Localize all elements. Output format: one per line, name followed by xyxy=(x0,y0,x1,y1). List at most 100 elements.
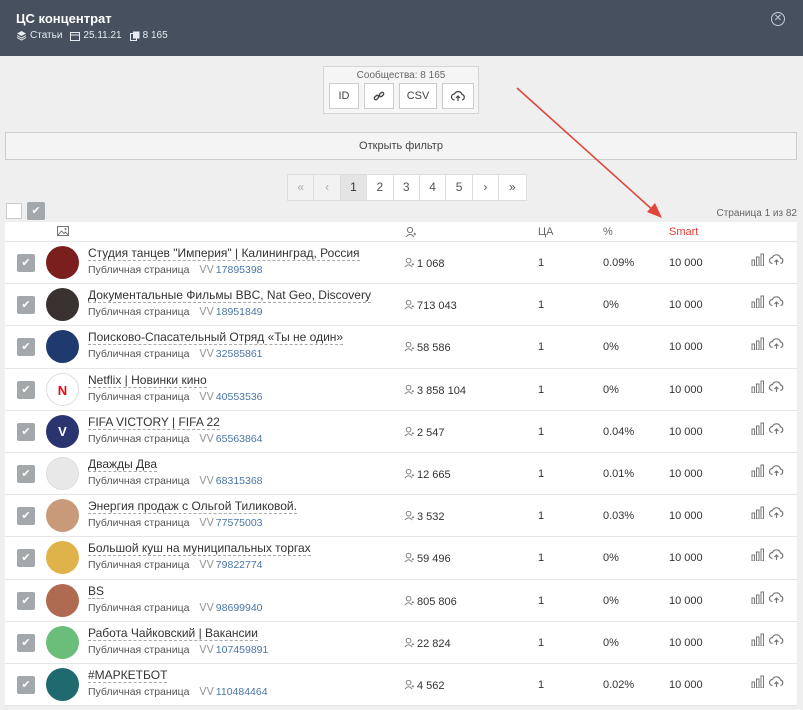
bar-chart-icon[interactable] xyxy=(751,253,765,266)
community-id-link[interactable]: 32585861 xyxy=(216,348,263,360)
row-actions xyxy=(751,253,784,266)
close-icon[interactable]: ✕ xyxy=(771,12,785,26)
table-header: ЦА % Smart xyxy=(5,222,797,242)
header-smart[interactable]: Smart xyxy=(669,226,698,238)
deselect-all-checkbox[interactable] xyxy=(6,203,22,219)
community-name-link[interactable]: FIFA VICTORY | FIFA 22 xyxy=(88,415,220,430)
row-checkbox[interactable]: ✔ xyxy=(17,296,35,315)
row-checkbox[interactable]: ✔ xyxy=(17,464,35,483)
table-row: ✔ Поисково-Спасательный Отряд «Ты не один… xyxy=(5,326,797,369)
bar-chart-icon[interactable] xyxy=(751,548,765,562)
cloud-upload-icon[interactable] xyxy=(769,337,784,350)
page-4[interactable]: 4 xyxy=(420,175,447,200)
community-id-link[interactable]: 68315368 xyxy=(216,475,263,487)
community-id-link[interactable]: 77575003 xyxy=(216,517,263,529)
community-name-link[interactable]: Большой куш на муниципальных торгах xyxy=(88,541,311,557)
community-name-link[interactable]: Работа Чайковский | Вакансии xyxy=(88,626,258,641)
community-id-link[interactable]: 79822774 xyxy=(216,559,263,571)
row-checkbox[interactable]: ✔ xyxy=(17,591,35,610)
cloud-upload-icon[interactable] xyxy=(769,295,784,308)
page-prev[interactable]: ‹ xyxy=(314,175,341,200)
row-checkbox[interactable]: ✔ xyxy=(17,507,35,526)
percent-value: 0.01% xyxy=(603,467,635,480)
bar-chart-icon[interactable] xyxy=(751,464,765,477)
smart-value: 10 000 xyxy=(669,341,703,354)
community-name-link[interactable]: Netflix | Новинки кино xyxy=(88,373,207,388)
link-button[interactable] xyxy=(364,83,394,109)
bar-chart-icon[interactable] xyxy=(751,675,765,688)
ca-value: 1 xyxy=(538,467,545,480)
page-info: Страница 1 из 82 xyxy=(716,208,797,219)
page-last[interactable]: » xyxy=(499,175,525,200)
cloud-upload-icon[interactable] xyxy=(769,422,784,435)
community-id-link[interactable]: 40553536 xyxy=(216,391,263,403)
row-checkbox[interactable]: ✔ xyxy=(17,422,35,441)
page-3[interactable]: 3 xyxy=(394,175,420,200)
table-row: ✔ BS Публичная страница ᐯᐯ 98699940 805 806 1 0… xyxy=(5,580,797,622)
community-name-link[interactable]: #МАРКЕТБОТ xyxy=(88,668,168,683)
community-id-link[interactable]: 107459891 xyxy=(216,644,269,656)
page-first[interactable]: « xyxy=(288,175,315,200)
vk-icon: ᐯᐯ xyxy=(199,559,214,572)
page-2[interactable]: 2 xyxy=(367,175,394,200)
community-name-link[interactable]: Поисково-Спасательный Отряд «Ты не один» xyxy=(88,330,344,346)
row-checkbox[interactable]: ✔ xyxy=(17,338,35,357)
table-row: ✔ Дважды Два Публичная страница ᐯᐯ 68315368 1… xyxy=(5,453,797,496)
table-row: ✔ N Netflix | Новинки кино Публичная страни… xyxy=(5,369,797,411)
community-id-link[interactable]: 18951849 xyxy=(216,306,263,318)
row-checkbox[interactable]: ✔ xyxy=(17,633,35,652)
row-actions xyxy=(751,464,784,477)
cloud-upload-icon[interactable] xyxy=(769,675,784,688)
page-1[interactable]: 1 xyxy=(340,175,368,200)
community-type: Публичная страница ᐯᐯ 110484464 xyxy=(88,686,268,698)
communities-label: Сообщества: 8 165 xyxy=(356,70,446,81)
bar-chart-icon[interactable] xyxy=(751,422,765,435)
community-name-link[interactable]: BS xyxy=(88,584,105,599)
bar-chart-icon[interactable] xyxy=(751,633,765,646)
community-name-link[interactable]: Документальные Фильмы BBC, Nat Geo, Disc… xyxy=(88,288,371,304)
subscribers-icon xyxy=(404,426,415,437)
cloud-upload-icon[interactable] xyxy=(769,633,784,646)
cloud-upload-icon[interactable] xyxy=(769,380,784,393)
cloud-upload-icon[interactable] xyxy=(769,253,784,266)
header-percent[interactable]: % xyxy=(603,226,613,238)
ca-value: 1 xyxy=(538,299,545,312)
page-5[interactable]: 5 xyxy=(446,175,473,200)
community-name-link[interactable]: Студия танцев "Империя" | Калининград, Р… xyxy=(88,246,360,261)
avatar: V xyxy=(46,414,79,448)
community-id-link[interactable]: 110484464 xyxy=(216,686,268,698)
page-next[interactable]: › xyxy=(473,175,500,200)
id-button[interactable]: ID xyxy=(329,83,359,109)
subscribers-cell: 59 496 xyxy=(404,552,451,565)
avatar xyxy=(46,499,79,533)
bar-chart-icon[interactable] xyxy=(751,591,765,604)
subscribers-count: 3 858 104 xyxy=(417,384,466,397)
smart-value: 10 000 xyxy=(669,383,703,396)
community-type: Публичная страница ᐯᐯ 77575003 xyxy=(88,517,263,529)
csv-button[interactable]: CSV xyxy=(399,83,437,109)
header-ca[interactable]: ЦА xyxy=(538,226,553,238)
select-all-checkbox[interactable]: ✔ xyxy=(27,202,45,220)
cloud-upload-icon[interactable] xyxy=(769,506,784,519)
open-filter-button[interactable]: Открыть фильтр xyxy=(5,132,797,160)
community-id-link[interactable]: 17895398 xyxy=(216,264,263,276)
bar-chart-icon[interactable] xyxy=(751,380,765,393)
percent-value: 0% xyxy=(603,636,619,649)
bar-chart-icon[interactable] xyxy=(751,295,765,309)
community-name-link[interactable]: Энергия продаж с Ольгой Тиликовой. xyxy=(88,499,297,515)
upload-button[interactable] xyxy=(442,83,474,109)
cloud-upload-icon[interactable] xyxy=(769,591,784,604)
row-checkbox[interactable]: ✔ xyxy=(17,675,35,694)
community-id-link[interactable]: 98699940 xyxy=(216,602,263,614)
bar-chart-icon[interactable] xyxy=(751,506,765,520)
bar-chart-icon[interactable] xyxy=(751,337,765,351)
cloud-upload-icon[interactable] xyxy=(769,548,784,561)
cloud-upload-icon[interactable] xyxy=(769,464,784,477)
row-checkbox[interactable]: ✔ xyxy=(17,549,35,568)
row-actions xyxy=(751,337,784,351)
community-name-link[interactable]: Дважды Два xyxy=(88,457,158,472)
community-id-link[interactable]: 65563864 xyxy=(216,433,263,445)
date-meta: 25.11.21 xyxy=(70,30,122,41)
row-checkbox[interactable]: ✔ xyxy=(17,254,35,272)
row-checkbox[interactable]: ✔ xyxy=(17,380,35,399)
